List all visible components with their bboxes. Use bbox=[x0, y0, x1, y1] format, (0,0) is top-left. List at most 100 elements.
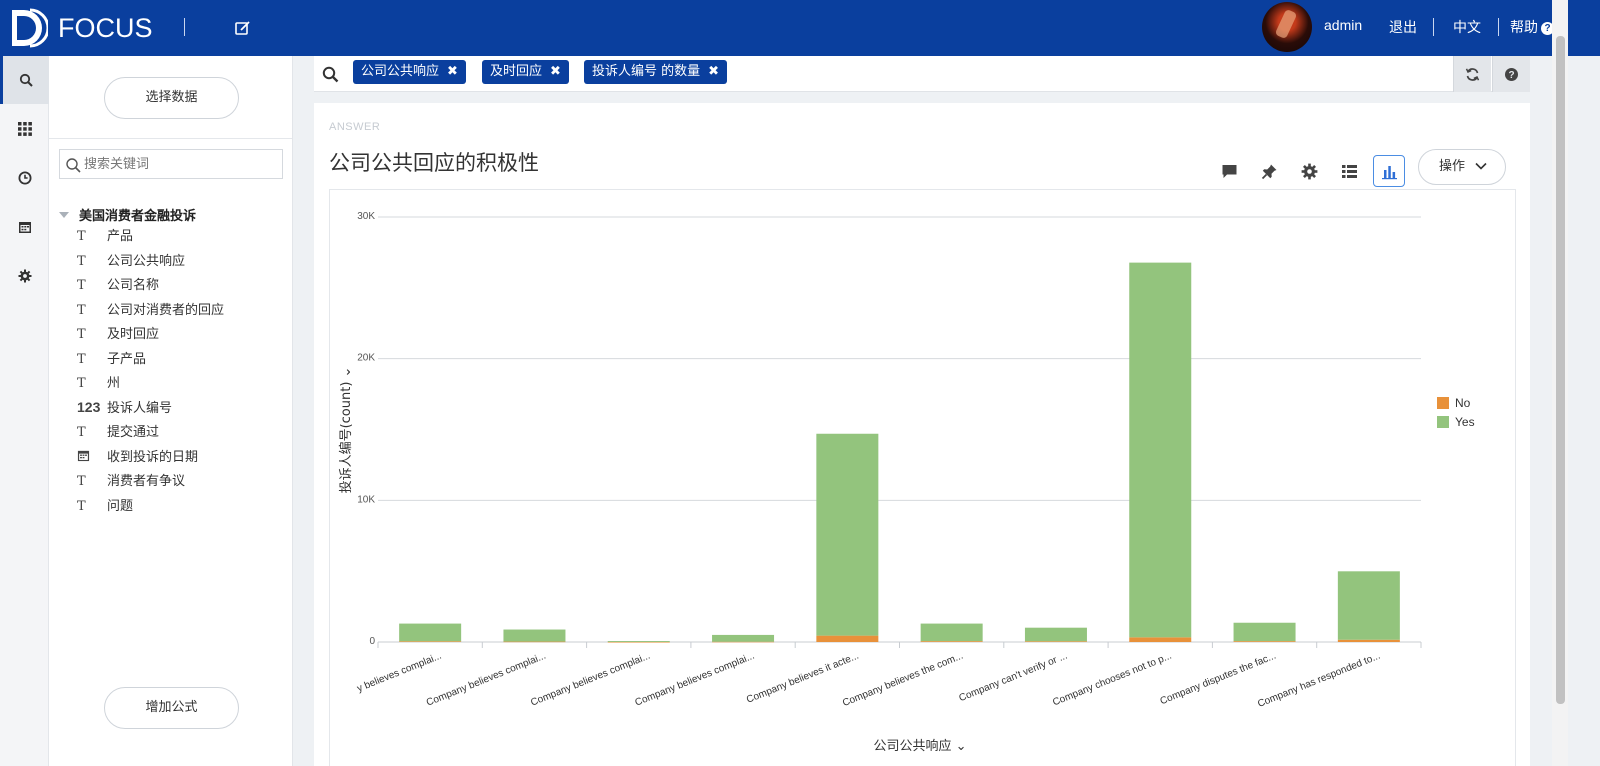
bar-no[interactable] bbox=[1024, 641, 1087, 642]
bar-no[interactable] bbox=[1129, 637, 1192, 642]
text-type-icon: T bbox=[77, 302, 86, 318]
page-scrollbar[interactable] bbox=[1552, 0, 1568, 766]
bar-yes[interactable] bbox=[503, 629, 566, 642]
remove-token-icon[interactable]: ✖ bbox=[550, 64, 561, 79]
x-axis-title[interactable]: 公司公共响应 ⌄ bbox=[873, 738, 966, 754]
x-tick-label: Company chooses not to p... bbox=[1051, 651, 1173, 709]
bar-yes[interactable] bbox=[1024, 627, 1087, 642]
field-item[interactable]: T 子产品 bbox=[77, 348, 146, 370]
help-button[interactable]: ? bbox=[1492, 56, 1530, 92]
field-name: 州 bbox=[107, 376, 121, 391]
bar-no[interactable] bbox=[1337, 639, 1400, 642]
field-item[interactable]: T 公司名称 bbox=[77, 274, 159, 296]
nav-apps[interactable] bbox=[0, 105, 49, 153]
field-name: 公司公共响应 bbox=[107, 253, 186, 269]
bar-yes[interactable] bbox=[712, 634, 775, 642]
data-source-name: 美国消费者金融投诉 bbox=[79, 209, 197, 224]
field-item[interactable]: T 产品 bbox=[77, 225, 133, 247]
nav-history[interactable] bbox=[0, 154, 49, 202]
bar-yes[interactable] bbox=[1337, 571, 1400, 640]
text-type-icon: T bbox=[77, 327, 86, 342]
help-link[interactable]: 帮助? bbox=[1510, 17, 1554, 37]
y-tick-label: 10K bbox=[357, 494, 375, 505]
brand-name: FOCUS bbox=[58, 13, 153, 43]
nav-settings[interactable] bbox=[0, 252, 49, 300]
comment-button[interactable] bbox=[1213, 155, 1245, 187]
bar-no[interactable] bbox=[816, 635, 879, 642]
field-item[interactable]: T 公司公共响应 bbox=[77, 250, 185, 272]
bar-yes[interactable] bbox=[607, 641, 670, 642]
legend-swatch bbox=[1437, 416, 1449, 428]
bar-yes[interactable] bbox=[1233, 622, 1296, 642]
keyword-search[interactable] bbox=[59, 149, 283, 179]
field-name: 投诉人编号 bbox=[107, 400, 173, 416]
question-icon: ? bbox=[1505, 67, 1518, 81]
search-bar[interactable]: 公司公共响应 ✖ 及时回应 ✖ 投诉人编号 的数量 ✖ bbox=[314, 56, 1530, 92]
chart-view-button[interactable] bbox=[1373, 155, 1405, 187]
bar-yes[interactable] bbox=[399, 623, 462, 642]
language-link[interactable]: 中文 bbox=[1453, 17, 1481, 37]
bar-no[interactable] bbox=[1233, 641, 1296, 642]
field-item[interactable]: T 公司对消费者的回应 bbox=[77, 299, 224, 321]
field-item[interactable]: T 问题 bbox=[77, 495, 133, 517]
focus-logo-icon[interactable] bbox=[10, 8, 48, 48]
remove-token-icon[interactable]: ✖ bbox=[447, 64, 458, 79]
bar-no[interactable] bbox=[920, 641, 983, 642]
scrollbar-thumb[interactable] bbox=[1556, 36, 1565, 704]
list-icon bbox=[1341, 164, 1357, 178]
legend-label[interactable]: Yes bbox=[1455, 415, 1475, 429]
logout-link[interactable]: 退出 bbox=[1389, 17, 1417, 37]
nav-calendar[interactable] bbox=[0, 203, 49, 251]
gutter bbox=[1530, 56, 1552, 766]
clock-icon bbox=[18, 171, 31, 185]
text-type-icon: T bbox=[77, 474, 86, 489]
operations-button[interactable]: 操作 bbox=[1418, 149, 1506, 185]
field-name: 消费者有争议 bbox=[107, 474, 186, 489]
left-nav bbox=[0, 56, 49, 766]
stacked-bar-chart[interactable]: 0 10K 20K 30K y believes complai... Company b… bbox=[330, 190, 1517, 766]
field-item[interactable]: T 及时回应 bbox=[77, 323, 159, 345]
avatar[interactable] bbox=[1262, 2, 1312, 52]
bar-yes[interactable] bbox=[920, 623, 983, 642]
field-item[interactable]: 收到投诉的日期 bbox=[77, 446, 198, 468]
bar-no[interactable] bbox=[503, 641, 566, 643]
bar-yes[interactable] bbox=[1129, 262, 1192, 638]
chart-frame: 0 10K 20K 30K y believes complai... Company b… bbox=[329, 189, 1516, 766]
edit-icon[interactable] bbox=[234, 19, 252, 37]
bar-no[interactable] bbox=[399, 641, 462, 642]
comment-icon bbox=[1222, 164, 1236, 178]
field-name: 子产品 bbox=[107, 351, 147, 367]
legend-label[interactable]: No bbox=[1455, 396, 1471, 410]
text-type-icon: T bbox=[77, 278, 86, 293]
y-axis-title[interactable]: 投诉人编号(count) ⌄ bbox=[338, 367, 354, 494]
search-token[interactable]: 及时回应 ✖ bbox=[482, 60, 569, 84]
search-token[interactable]: 公司公共响应 ✖ bbox=[353, 60, 466, 84]
chart-settings-button[interactable] bbox=[1293, 155, 1325, 187]
data-source-node[interactable]: 美国消费者金融投诉 bbox=[59, 205, 196, 224]
collapse-caret-icon[interactable] bbox=[59, 212, 69, 218]
text-type-icon: T bbox=[77, 253, 86, 269]
table-view-button[interactable] bbox=[1333, 155, 1365, 187]
keyword-search-input[interactable] bbox=[84, 154, 274, 174]
text-type-icon: T bbox=[77, 498, 86, 514]
x-tick-label: Company believes complai... bbox=[634, 651, 757, 709]
add-formula-button[interactable]: 增加公式 bbox=[104, 687, 239, 729]
field-item[interactable]: 123 投诉人编号 bbox=[77, 397, 172, 419]
nav-search[interactable] bbox=[0, 56, 49, 104]
remove-token-icon[interactable]: ✖ bbox=[708, 64, 719, 79]
field-item[interactable]: T州 bbox=[77, 372, 120, 394]
field-item[interactable]: T 提交通过 bbox=[77, 421, 159, 443]
pin-button[interactable] bbox=[1253, 155, 1285, 187]
search-icon bbox=[66, 158, 81, 173]
token-label: 投诉人编号 的数量 bbox=[592, 64, 701, 79]
bar-no[interactable] bbox=[712, 641, 775, 643]
refresh-button[interactable] bbox=[1453, 56, 1491, 92]
bar-no[interactable] bbox=[607, 641, 670, 643]
bar-yes[interactable] bbox=[816, 433, 879, 636]
username[interactable]: admin bbox=[1324, 17, 1362, 33]
search-token[interactable]: 投诉人编号 的数量 ✖ bbox=[584, 60, 728, 84]
answer-title[interactable]: 公司公共回应的积极性 bbox=[329, 147, 539, 177]
search-icon bbox=[19, 73, 33, 87]
select-data-button[interactable]: 选择数据 bbox=[104, 77, 239, 119]
field-item[interactable]: T 消费者有争议 bbox=[77, 470, 185, 492]
